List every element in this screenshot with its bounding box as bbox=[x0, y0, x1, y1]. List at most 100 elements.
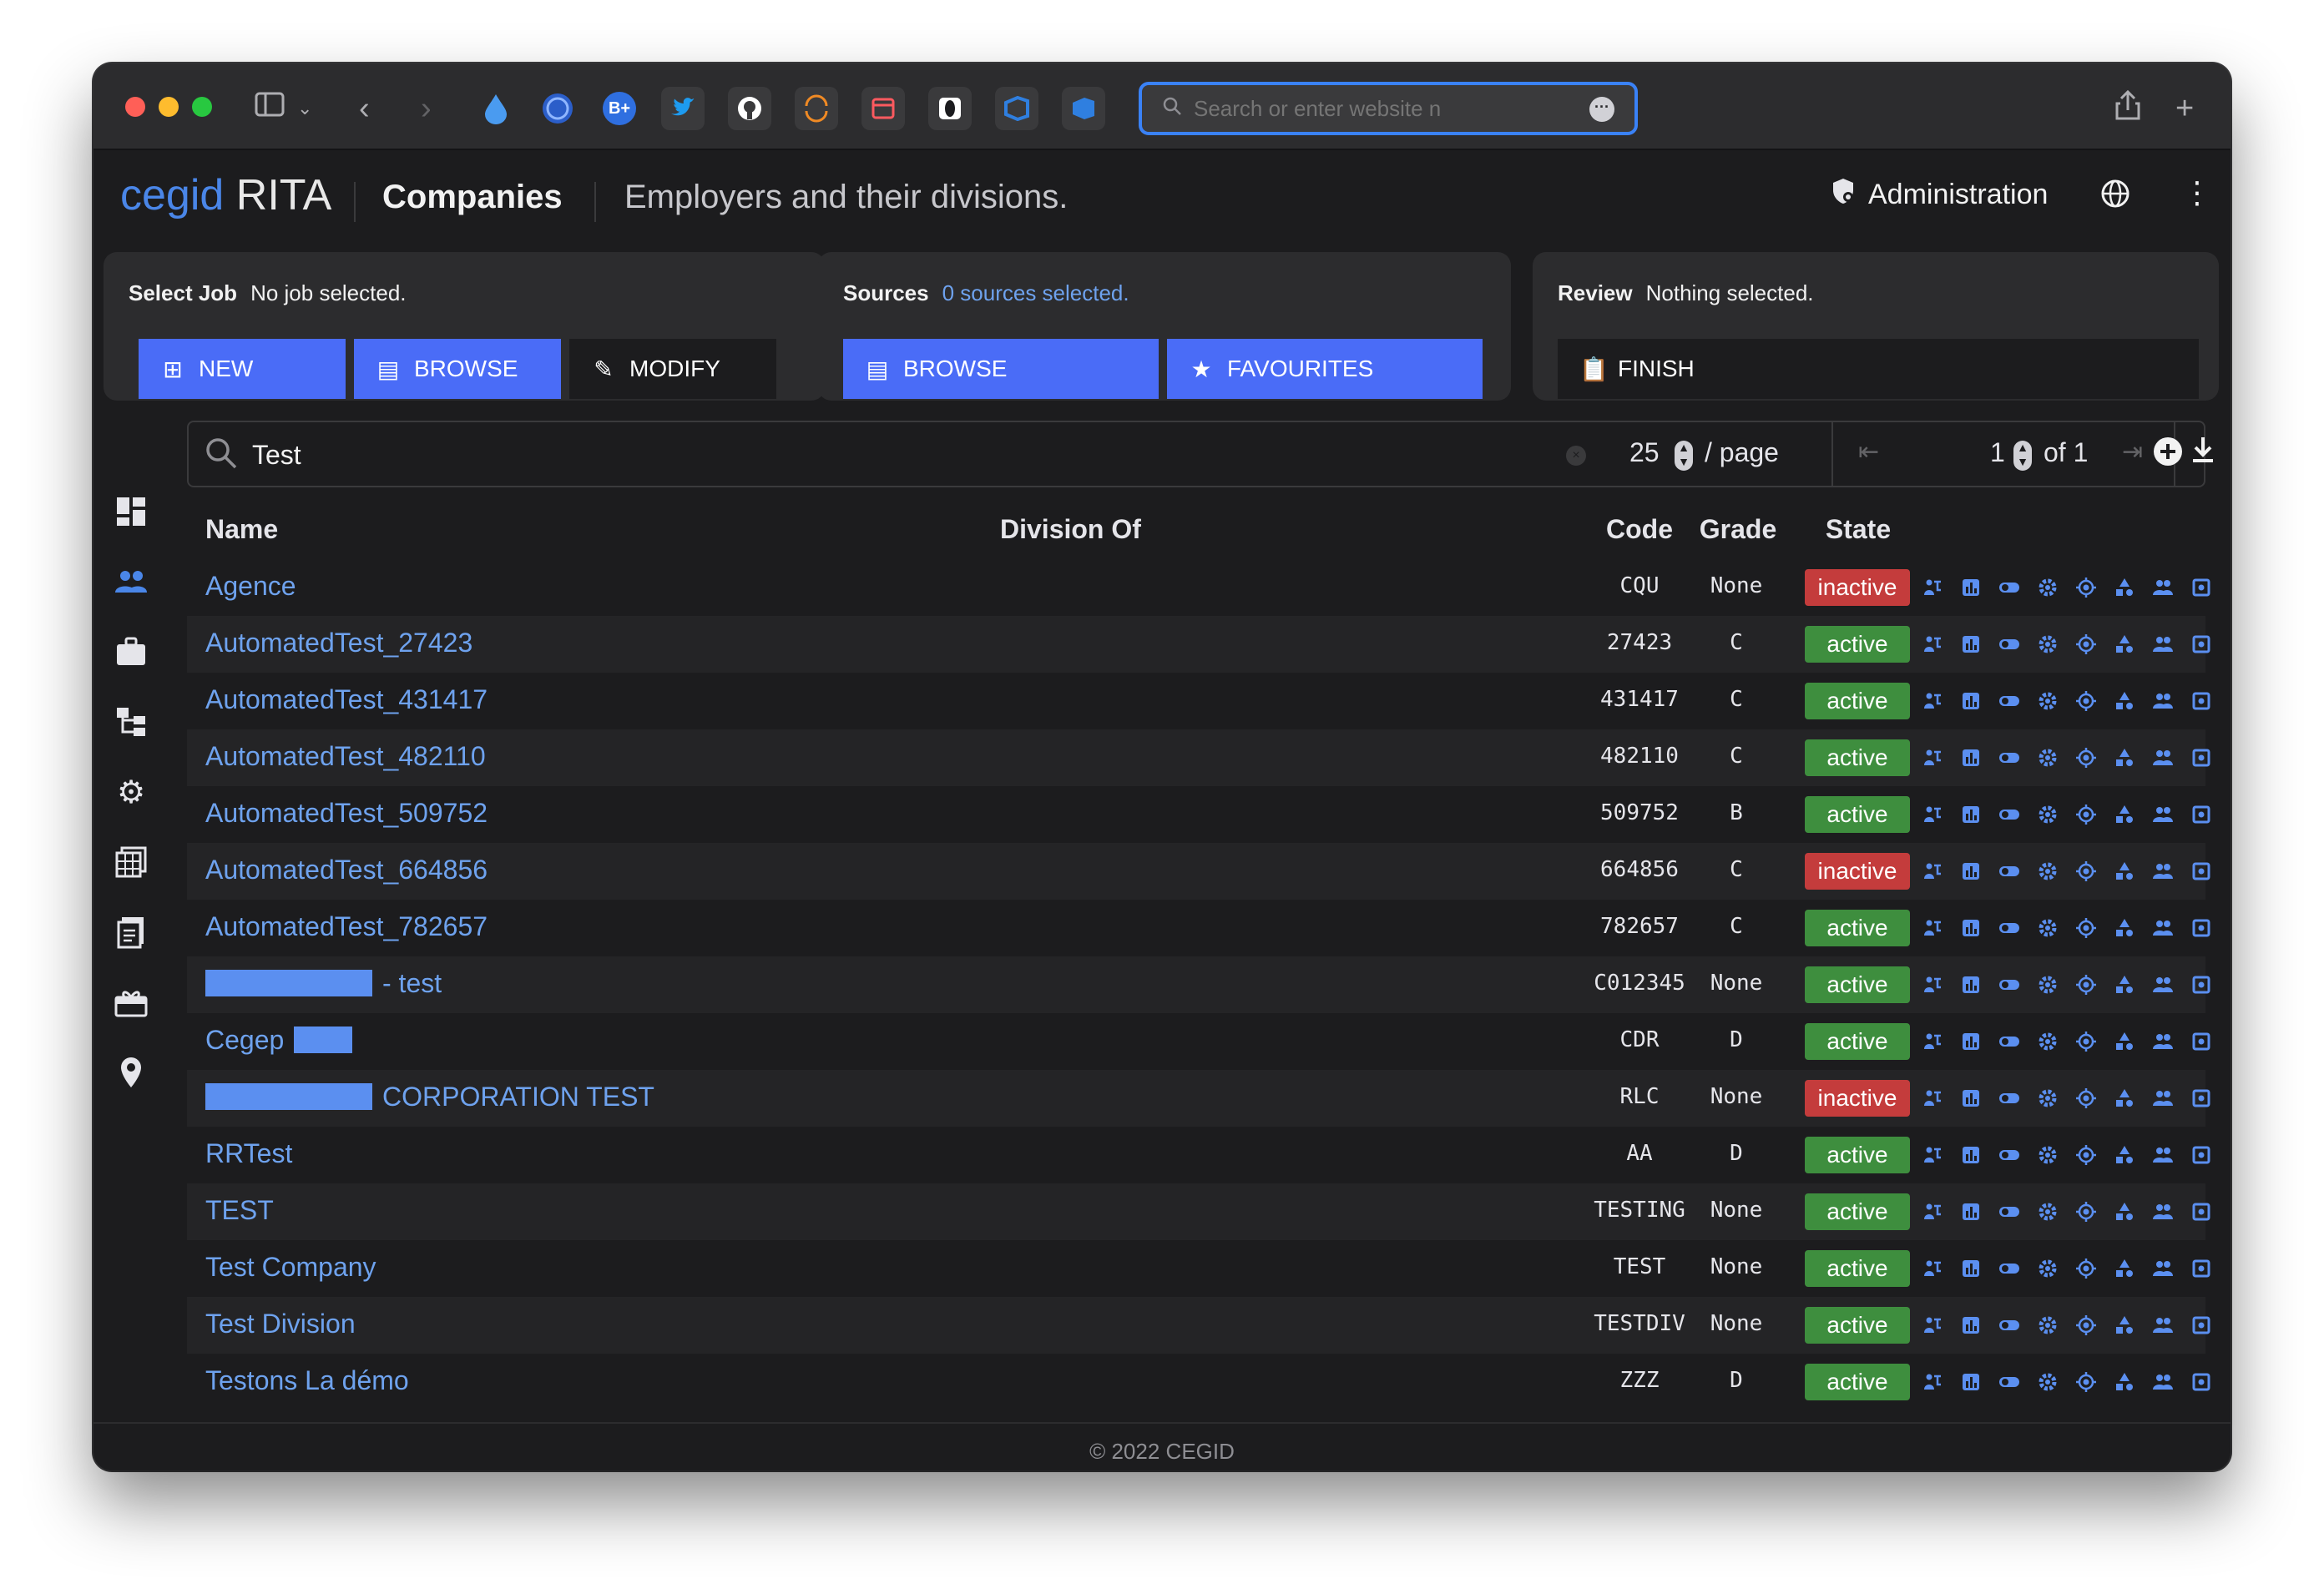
frame-icon[interactable] bbox=[2182, 1365, 2220, 1399]
finish-button[interactable]: 📋 FINISH bbox=[1558, 339, 2199, 399]
frame-icon[interactable] bbox=[2182, 1252, 2220, 1285]
toggle-icon[interactable] bbox=[1990, 1195, 2028, 1228]
settings-icon[interactable] bbox=[2028, 1138, 2067, 1172]
hierarchy-icon[interactable] bbox=[1913, 1365, 1952, 1399]
frame-icon[interactable] bbox=[2182, 798, 2220, 831]
hierarchy-icon[interactable] bbox=[1913, 571, 1952, 604]
company-name-link[interactable]: AutomatedTest_664856 bbox=[205, 855, 488, 885]
org-shapes-icon[interactable] bbox=[2105, 1309, 2144, 1342]
target-icon[interactable] bbox=[2067, 1309, 2105, 1342]
chart-icon[interactable] bbox=[1952, 628, 1990, 661]
people-icon[interactable] bbox=[2144, 1082, 2182, 1115]
edit-icon[interactable] bbox=[2220, 1138, 2231, 1172]
edit-icon[interactable] bbox=[2220, 684, 2231, 718]
share-icon[interactable] bbox=[2114, 88, 2142, 132]
frame-icon[interactable] bbox=[2182, 684, 2220, 718]
edit-icon[interactable] bbox=[2220, 1195, 2231, 1228]
settings-icon[interactable] bbox=[2028, 684, 2067, 718]
chart-icon[interactable] bbox=[1952, 1195, 1990, 1228]
edit-icon[interactable] bbox=[2220, 741, 2231, 774]
toggle-icon[interactable] bbox=[1990, 1082, 2028, 1115]
edit-icon[interactable] bbox=[2220, 798, 2231, 831]
per-page-value[interactable]: 25 bbox=[1629, 437, 1660, 468]
settings-icon[interactable]: ⚙ bbox=[112, 773, 150, 811]
settings-icon[interactable] bbox=[2028, 855, 2067, 888]
twitter-icon[interactable] bbox=[661, 87, 705, 130]
add-company-icon[interactable] bbox=[2152, 436, 2184, 472]
azure-devops-icon[interactable] bbox=[995, 87, 1038, 130]
settings-icon[interactable] bbox=[2028, 911, 2067, 945]
edit-icon[interactable] bbox=[2220, 1025, 2231, 1058]
drop-extension-icon[interactable] bbox=[474, 87, 518, 130]
browse-sources-button[interactable]: ▤ BROWSE bbox=[843, 339, 1159, 399]
org-shapes-icon[interactable] bbox=[2105, 684, 2144, 718]
toggle-icon[interactable] bbox=[1990, 1252, 2028, 1285]
github-icon[interactable] bbox=[728, 87, 771, 130]
edit-icon[interactable] bbox=[2220, 1365, 2231, 1399]
edit-icon[interactable] bbox=[2220, 628, 2231, 661]
target-icon[interactable] bbox=[2067, 628, 2105, 661]
org-shapes-icon[interactable] bbox=[2105, 855, 2144, 888]
company-name-link[interactable]: Test Company bbox=[205, 1252, 376, 1283]
org-shapes-icon[interactable] bbox=[2105, 741, 2144, 774]
chevron-down-icon[interactable]: ⌄ bbox=[297, 88, 312, 129]
people-icon[interactable] bbox=[2144, 1365, 2182, 1399]
companies-icon[interactable] bbox=[112, 562, 150, 601]
settings-icon[interactable] bbox=[2028, 628, 2067, 661]
forward-icon[interactable]: › bbox=[421, 88, 432, 129]
target-icon[interactable] bbox=[2067, 911, 2105, 945]
leaf-extension-icon[interactable] bbox=[928, 87, 972, 130]
hierarchy-icon[interactable] bbox=[1913, 1252, 1952, 1285]
column-header-division-of[interactable]: Division Of bbox=[1000, 514, 1141, 545]
hierarchy-icon[interactable] bbox=[112, 703, 150, 741]
more-icon[interactable]: ··· bbox=[1589, 97, 1614, 122]
location-icon[interactable] bbox=[112, 1053, 150, 1092]
target-icon[interactable] bbox=[2067, 1195, 2105, 1228]
frame-icon[interactable] bbox=[2182, 1082, 2220, 1115]
shield-extension-icon[interactable] bbox=[536, 87, 579, 130]
edit-icon[interactable] bbox=[2220, 571, 2231, 604]
azure-devops-icon-2[interactable] bbox=[1062, 87, 1105, 130]
sidebar-icon[interactable] bbox=[254, 88, 285, 130]
target-icon[interactable] bbox=[2067, 571, 2105, 604]
hierarchy-icon[interactable] bbox=[1913, 798, 1952, 831]
org-shapes-icon[interactable] bbox=[2105, 1252, 2144, 1285]
column-header-grade[interactable]: Grade bbox=[1696, 514, 1780, 545]
new-job-button[interactable]: ⊞ NEW bbox=[139, 339, 346, 399]
people-icon[interactable] bbox=[2144, 684, 2182, 718]
url-input[interactable] bbox=[1194, 95, 1561, 122]
administration-link[interactable]: Administration bbox=[1830, 177, 2048, 213]
chart-icon[interactable] bbox=[1952, 798, 1990, 831]
settings-icon[interactable] bbox=[2028, 1365, 2067, 1399]
toggle-icon[interactable] bbox=[1990, 1138, 2028, 1172]
chart-icon[interactable] bbox=[1952, 1138, 1990, 1172]
chart-icon[interactable] bbox=[1952, 1025, 1990, 1058]
hierarchy-icon[interactable] bbox=[1913, 628, 1952, 661]
settings-icon[interactable] bbox=[2028, 968, 2067, 1001]
chart-icon[interactable] bbox=[1952, 571, 1990, 604]
company-name-link[interactable]: AutomatedTest_482110 bbox=[205, 741, 486, 772]
company-name-link[interactable]: AutomatedTest_782657 bbox=[205, 911, 488, 942]
company-name-link[interactable]: AutomatedTest_27423 bbox=[205, 628, 472, 658]
toggle-icon[interactable] bbox=[1990, 684, 2028, 718]
search-input[interactable] bbox=[252, 436, 1504, 474]
toggle-icon[interactable] bbox=[1990, 1309, 2028, 1342]
frame-icon[interactable] bbox=[2182, 1025, 2220, 1058]
bplus-extension-icon[interactable]: B+ bbox=[598, 87, 641, 130]
org-shapes-icon[interactable] bbox=[2105, 1195, 2144, 1228]
settings-icon[interactable] bbox=[2028, 1309, 2067, 1342]
chart-icon[interactable] bbox=[1952, 911, 1990, 945]
target-icon[interactable] bbox=[2067, 1365, 2105, 1399]
per-page-stepper[interactable]: ▲ ▼ bbox=[1675, 441, 1693, 471]
frame-icon[interactable] bbox=[2182, 1195, 2220, 1228]
hierarchy-icon[interactable] bbox=[1913, 911, 1952, 945]
frame-icon[interactable] bbox=[2182, 628, 2220, 661]
reports-icon[interactable] bbox=[112, 913, 150, 951]
tables-icon[interactable] bbox=[112, 843, 150, 881]
gifts-icon[interactable] bbox=[112, 983, 150, 1021]
hierarchy-icon[interactable] bbox=[1913, 1195, 1952, 1228]
hierarchy-icon[interactable] bbox=[1913, 1138, 1952, 1172]
org-shapes-icon[interactable] bbox=[2105, 571, 2144, 604]
last-page-icon[interactable]: ⇥ bbox=[2122, 437, 2143, 467]
toggle-icon[interactable] bbox=[1990, 741, 2028, 774]
